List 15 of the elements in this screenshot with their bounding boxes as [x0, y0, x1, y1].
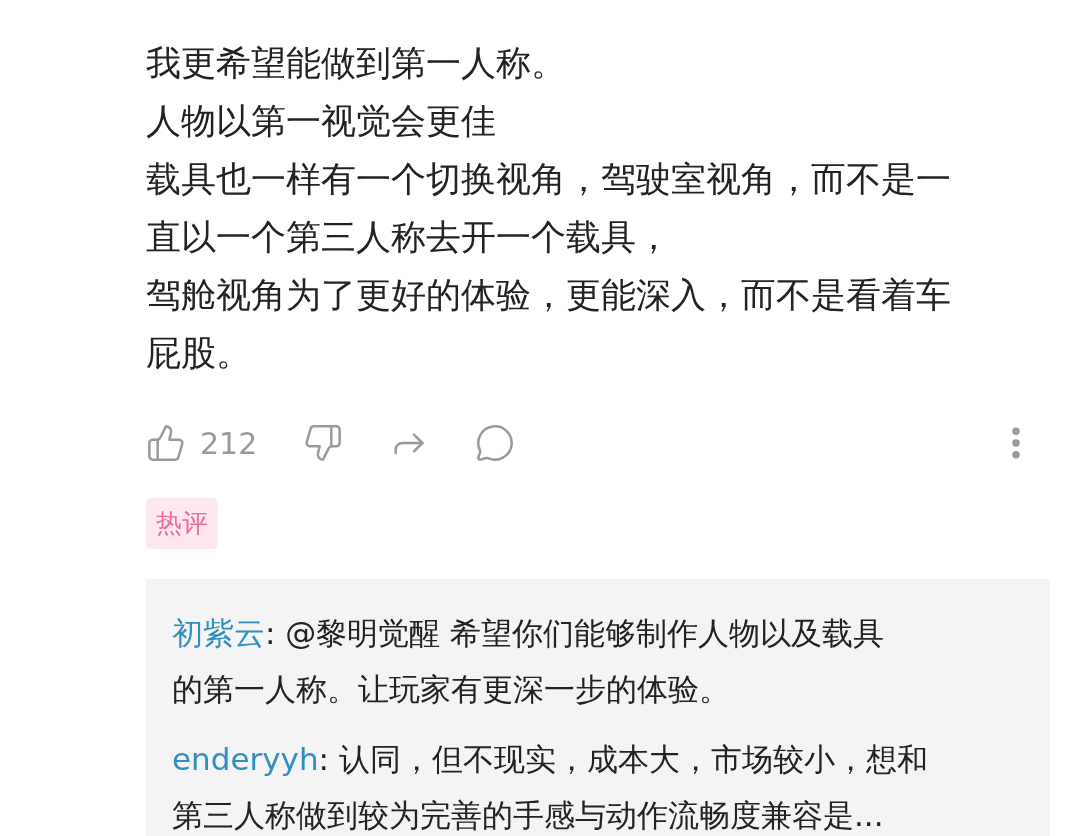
reply-text: 初紫云: @黎明觉醒 希望你们能够制作人物以及载具 的第一人称。让玩家有更深一步的体验。	[172, 614, 886, 709]
thumbs-up-icon	[146, 423, 186, 463]
like-button[interactable]: 212	[146, 420, 258, 466]
reply-text: enderyyh: 认同，但不现实，成本大，市场较小，想和 第三人称做到较为完善的手感与动作流畅度兼容是...	[172, 740, 929, 835]
comment-text-line: 我更希望能做到第一人称。	[146, 42, 566, 85]
reply-username[interactable]: 初紫云	[172, 615, 265, 651]
comment-icon[interactable]	[475, 423, 516, 463]
comment-text-line: 人物以第一视觉会更佳	[146, 100, 496, 143]
reply-username[interactable]: enderyyh	[172, 741, 319, 777]
comment-text-line: 载具也一样有一个切换视角，驾驶室视角，而不是一	[146, 158, 951, 201]
hot-comment-tag: 热评	[146, 498, 218, 549]
comment-text-line: 直以一个第三人称去开一个载具，	[146, 216, 671, 259]
thumbs-down-icon[interactable]	[303, 423, 344, 463]
comment-text-line: 驾舱视角为了更好的体验，更能深入，而不是看着车	[146, 274, 951, 317]
comment-text-line: 屁股。	[146, 332, 251, 375]
